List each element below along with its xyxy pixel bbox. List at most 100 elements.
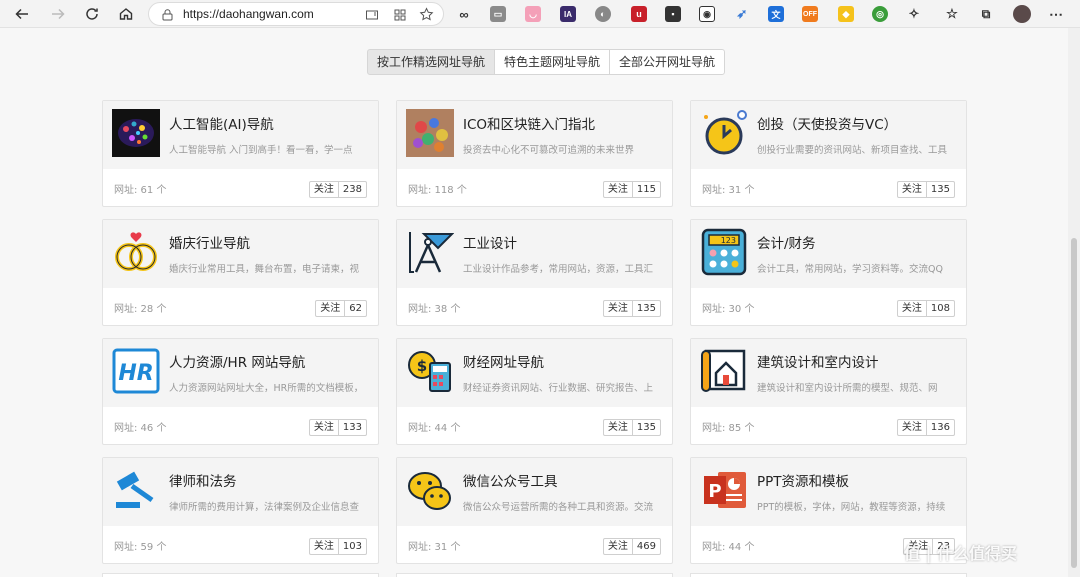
translate-extension-icon[interactable]: 文 bbox=[768, 6, 784, 22]
globe-extension-icon[interactable]: ◎ bbox=[872, 6, 888, 22]
wechat-icon bbox=[406, 466, 454, 514]
add-favorite-icon[interactable] bbox=[419, 7, 434, 22]
follow-button[interactable]: 关注 238 bbox=[308, 181, 367, 198]
tab-theme-nav[interactable]: 特色主题网址导航 bbox=[494, 49, 611, 75]
card-wedding[interactable]: 婚庆行业导航 婚庆行业常用工具，舞台布置，电子请柬，视 网址: 28 个 关注 6… bbox=[102, 219, 379, 326]
card-partial bbox=[102, 573, 379, 577]
follow-button[interactable]: 关注 133 bbox=[308, 419, 367, 436]
tab-extension-icon[interactable]: ▭ bbox=[490, 6, 506, 22]
card-title: 建筑设计和室内设计 bbox=[757, 355, 879, 371]
tab-work-nav[interactable]: 按工作精选网址导航 bbox=[367, 49, 496, 75]
card-desc: 建筑设计和室内设计所需的模型、规范、网 bbox=[757, 383, 938, 394]
profile-avatar[interactable] bbox=[1013, 5, 1031, 23]
extensions-puzzle-icon[interactable]: ✧ bbox=[906, 6, 922, 22]
drafting-compass-icon bbox=[406, 228, 455, 276]
ublock-extension-icon[interactable]: u bbox=[631, 6, 647, 22]
refresh-icon bbox=[86, 8, 98, 20]
card-desc: 财经证券资讯网站、行业数据、研究报告、上 bbox=[463, 383, 654, 394]
card-finance[interactable]: $ 财经网址导航 财经证券资讯网站、行业数据、研究报告、上 网址: 44 个 关… bbox=[396, 338, 673, 445]
url-count: 网址: 118 个 bbox=[408, 185, 467, 196]
card-desc: 投资去中心化不可篡改可追溯的未来世界 bbox=[463, 145, 635, 156]
terminal-extension-icon[interactable]: ▪ bbox=[665, 6, 681, 22]
lock-icon bbox=[162, 9, 173, 21]
scroll-thumb[interactable] bbox=[1071, 238, 1077, 568]
shield-extension-icon[interactable]: ◐ bbox=[595, 6, 611, 22]
card-ai-nav[interactable]: 人工智能(AI)导航 人工智能导航 入门到高手！看一看，学一点 网址: 61 个… bbox=[102, 100, 379, 207]
infinity-extension-icon[interactable]: ∞ bbox=[456, 6, 472, 22]
wedding-rings-icon bbox=[112, 228, 160, 276]
follow-button[interactable]: 关注 115 bbox=[602, 181, 661, 198]
follow-button[interactable]: 关注 108 bbox=[896, 300, 955, 317]
follow-button[interactable]: 关注 62 bbox=[315, 300, 367, 317]
card-desc: 创投行业需要的资讯网站、新项目查找、工具 bbox=[757, 145, 948, 156]
card-desc: 律师所需的费用计算，法律案例及企业信息查 bbox=[169, 502, 360, 513]
gavel-icon bbox=[112, 466, 160, 514]
card-ico-blockchain[interactable]: ICO和区块链入门指北 投资去中心化不可篡改可追溯的未来世界 网址: 118 个… bbox=[396, 100, 673, 207]
nav-tabs: 按工作精选网址导航 特色主题网址导航 全部公开网址导航 bbox=[367, 49, 726, 75]
clock-icon bbox=[700, 109, 748, 157]
url-count: 网址: 61 个 bbox=[114, 185, 167, 196]
url-count: 网址: 59 个 bbox=[114, 542, 167, 553]
card-desc: 人力资源网站网址大全，HR所需的文档模板， bbox=[169, 383, 364, 394]
card-industrial-design[interactable]: 工业设计 工业设计作品参考，常用网站，资源，工具汇 网址: 38 个 关注 135 bbox=[396, 219, 673, 326]
favorites-icon[interactable]: ☆ bbox=[944, 6, 960, 22]
card-title: 工业设计 bbox=[463, 236, 517, 252]
back-button[interactable] bbox=[11, 3, 33, 25]
card-desc: 工业设计作品参考，常用网站，资源，工具汇 bbox=[463, 264, 654, 275]
card-desc: 微信公众号运营所需的各种工具和资源。交流 bbox=[463, 502, 654, 513]
home-button[interactable] bbox=[115, 3, 137, 25]
card-architecture[interactable]: 建筑设计和室内设计 建筑设计和室内设计所需的模型、规范、网 网址: 85 个 关… bbox=[690, 338, 967, 445]
card-title: 财经网址导航 bbox=[463, 355, 544, 371]
follow-button[interactable]: 关注 469 bbox=[602, 538, 661, 555]
follow-button[interactable]: 关注 135 bbox=[602, 419, 661, 436]
page-content: 按工作精选网址导航 特色主题网址导航 全部公开网址导航 人工智能(AI)导航 人… bbox=[0, 28, 1068, 577]
follow-button[interactable]: 关注 135 bbox=[896, 181, 955, 198]
more-menu-icon[interactable]: ⋯ bbox=[1048, 6, 1064, 22]
card-desc: 会计工具，常用网站，学习资料等。交流QQ bbox=[757, 264, 943, 275]
cat-extension-icon[interactable]: ◡ bbox=[525, 6, 541, 22]
card-lawyer[interactable]: 律师和法务 律师所需的费用计算，法律案例及企业信息查 网址: 59 个 关注 10… bbox=[102, 457, 379, 564]
svg-text:$: $ bbox=[417, 357, 427, 375]
card-title: 人工智能(AI)导航 bbox=[169, 117, 274, 133]
forward-button[interactable] bbox=[47, 3, 69, 25]
address-bar[interactable]: https://daohangwan.com bbox=[148, 2, 444, 26]
card-title: 人力资源/HR 网站导航 bbox=[169, 355, 306, 371]
card-title: 创投（天使投资与VC） bbox=[757, 117, 898, 133]
blueprint-house-icon bbox=[700, 347, 748, 395]
card-title: 会计/财务 bbox=[757, 236, 816, 252]
url-count: 网址: 46 个 bbox=[114, 423, 167, 434]
home-icon bbox=[119, 8, 133, 20]
tab-public-nav[interactable]: 全部公开网址导航 bbox=[609, 49, 726, 75]
grid-icon[interactable] bbox=[393, 8, 407, 22]
hr-icon: HR bbox=[112, 347, 160, 395]
calculator-icon: 123 bbox=[700, 228, 748, 276]
collections-icon[interactable]: ⧉ bbox=[978, 6, 994, 22]
ia-extension-icon[interactable]: IA bbox=[560, 6, 576, 22]
card-venture[interactable]: 创投（天使投资与VC） 创投行业需要的资讯网站、新项目查找、工具 网址: 31 … bbox=[690, 100, 967, 207]
card-title: 婚庆行业导航 bbox=[169, 236, 250, 252]
url-count: 网址: 30 个 bbox=[702, 304, 755, 315]
url-count: 网址: 28 个 bbox=[114, 304, 167, 315]
read-mode-icon[interactable] bbox=[365, 8, 379, 22]
url-count: 网址: 85 个 bbox=[702, 423, 755, 434]
screenshot-extension-icon[interactable]: ◉ bbox=[699, 6, 715, 22]
card-hr[interactable]: HR 人力资源/HR 网站导航 人力资源网站网址大全，HR所需的文档模板， 网址… bbox=[102, 338, 379, 445]
url-count: 网址: 44 个 bbox=[408, 423, 461, 434]
card-title: ICO和区块链入门指北 bbox=[463, 117, 596, 133]
url-text: https://daohangwan.com bbox=[183, 7, 314, 21]
off-extension-icon[interactable]: OFF bbox=[802, 6, 818, 22]
ai-brain-icon bbox=[112, 109, 160, 157]
card-wechat[interactable]: 微信公众号工具 微信公众号运营所需的各种工具和资源。交流 网址: 31 个 关注… bbox=[396, 457, 673, 564]
url-count: 网址: 31 个 bbox=[408, 542, 461, 553]
card-accounting[interactable]: 123 会计/财务 会计工具，常用网站，学习资料等。交流QQ 网址: 30 个 … bbox=[690, 219, 967, 326]
badge-extension-icon[interactable]: ◆ bbox=[838, 6, 854, 22]
vertical-scrollbar[interactable] bbox=[1068, 28, 1080, 577]
watermark: 值 | 什么值得买 bbox=[904, 544, 1017, 563]
follow-button[interactable]: 关注 135 bbox=[602, 300, 661, 317]
follow-button[interactable]: 关注 136 bbox=[896, 419, 955, 436]
bird-extension-icon[interactable]: ➶ bbox=[734, 6, 750, 22]
follow-button[interactable]: 关注 103 bbox=[308, 538, 367, 555]
refresh-button[interactable] bbox=[81, 3, 103, 25]
card-partial bbox=[396, 573, 673, 577]
card-desc: PPT的模板，字体，网站，教程等资源，持续 bbox=[757, 502, 946, 513]
